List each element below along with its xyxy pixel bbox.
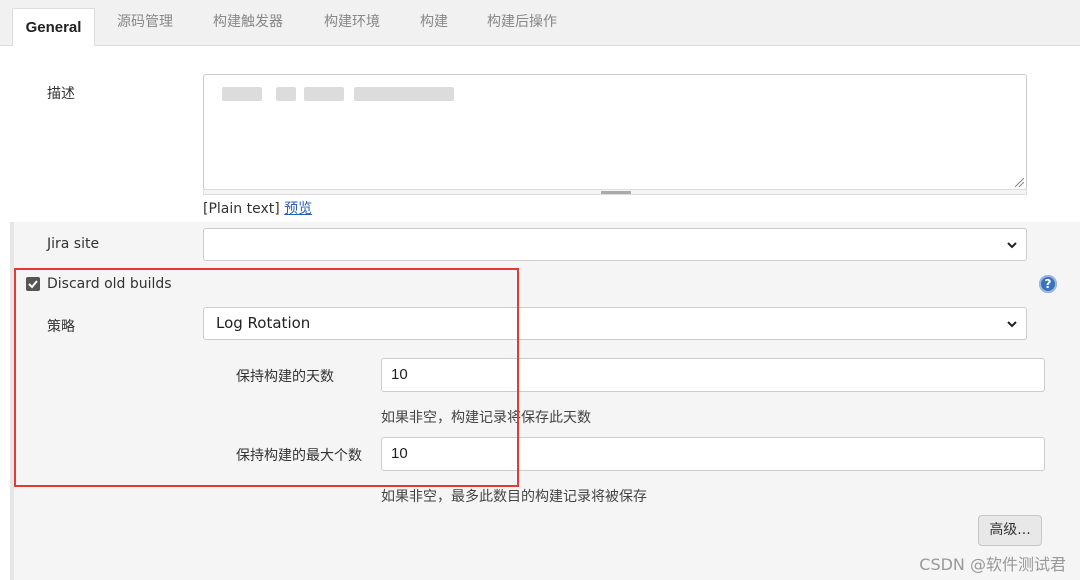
watermark: CSDN @软件测试君 [919, 555, 1066, 574]
help-icon[interactable]: ? [1039, 275, 1057, 293]
jira-site-select[interactable] [203, 228, 1027, 261]
description-label: 描述 [47, 86, 75, 102]
description-textarea[interactable] [203, 74, 1027, 190]
tab-general[interactable]: General [12, 8, 95, 46]
max-builds-label: 保持构建的最大个数 [236, 448, 362, 464]
tab-bar: General 源码管理 构建触发器 构建环境 构建 构建后操作 [0, 0, 1080, 46]
discard-old-builds-label: Discard old builds [47, 276, 172, 292]
days-to-keep-hint: 如果非空，构建记录将保存此天数 [381, 410, 591, 426]
blurred-text [304, 87, 344, 101]
days-to-keep-label: 保持构建的天数 [236, 369, 334, 385]
grabber-handle-icon [601, 191, 631, 194]
chevron-down-icon [1007, 242, 1017, 249]
tab-post-build[interactable]: 构建后操作 [487, 12, 557, 32]
days-to-keep-input[interactable]: 10 [381, 358, 1045, 392]
textarea-grabber[interactable] [203, 189, 1027, 195]
strategy-label: 策略 [47, 319, 75, 335]
blurred-text [276, 87, 296, 101]
chevron-down-icon [1007, 321, 1017, 328]
discard-old-builds-checkbox[interactable] [26, 277, 40, 291]
strategy-select[interactable]: Log Rotation [203, 307, 1027, 340]
tab-source-control[interactable]: 源码管理 [117, 12, 173, 32]
tab-build-environment[interactable]: 构建环境 [324, 12, 380, 32]
resize-handle-icon[interactable] [1015, 178, 1024, 187]
tab-build-triggers[interactable]: 构建触发器 [213, 12, 283, 32]
plain-text-label: [Plain text] [203, 201, 280, 217]
preview-link[interactable]: 预览 [284, 201, 312, 217]
strategy-value: Log Rotation [216, 314, 311, 332]
plain-text-note: [Plain text] 预览 [203, 198, 312, 218]
max-builds-hint: 如果非空，最多此数目的构建记录将被保存 [381, 489, 647, 505]
checkmark-icon [28, 280, 38, 289]
tab-build[interactable]: 构建 [420, 12, 448, 32]
advanced-button[interactable]: 高级... [978, 515, 1042, 546]
max-builds-input[interactable]: 10 [381, 437, 1045, 471]
blurred-text [354, 87, 454, 101]
blurred-text [222, 87, 262, 101]
jira-site-label: Jira site [47, 236, 100, 252]
